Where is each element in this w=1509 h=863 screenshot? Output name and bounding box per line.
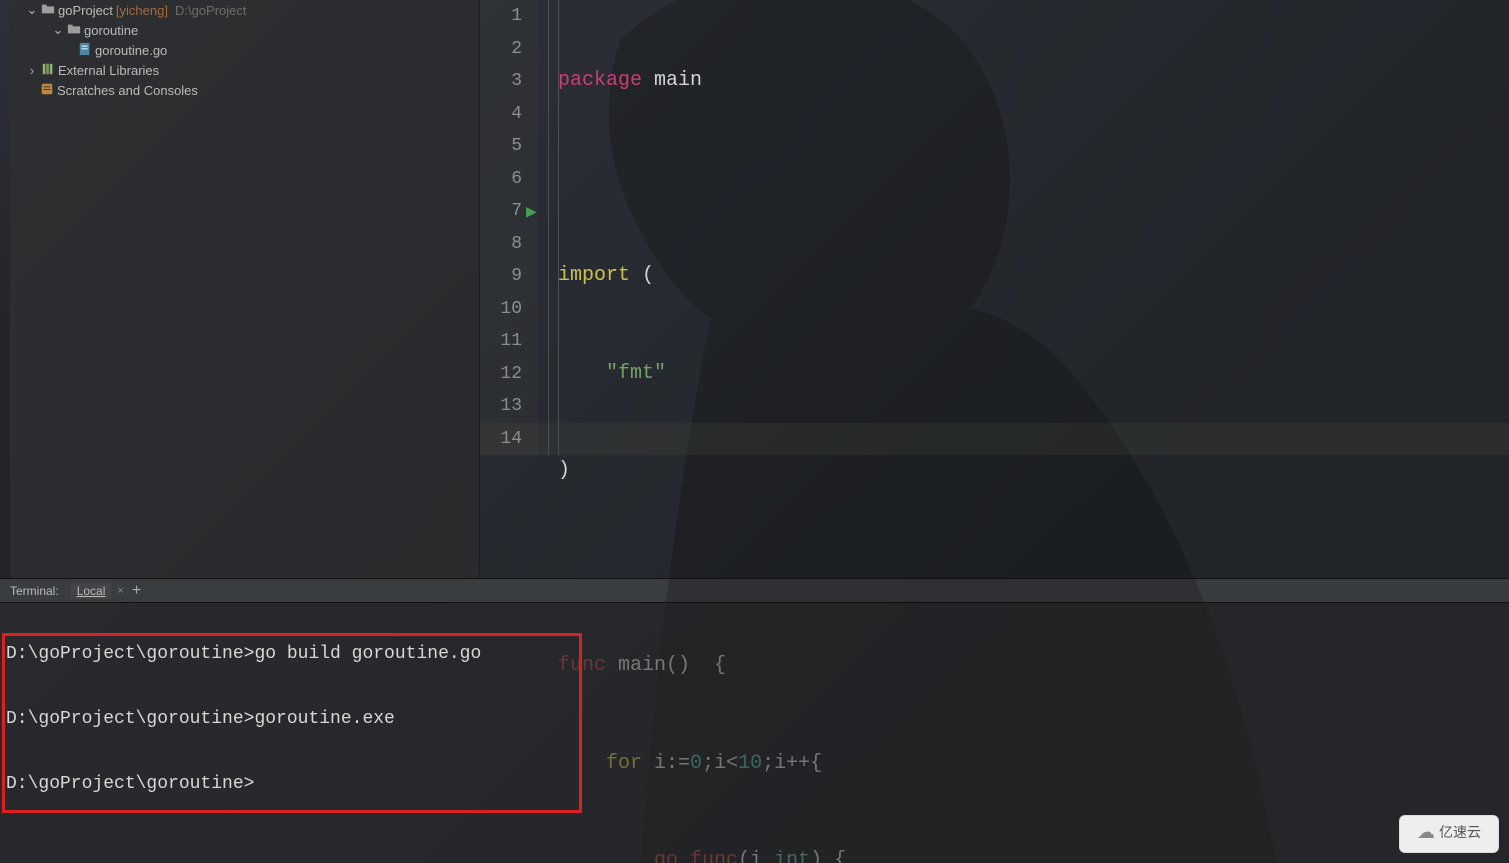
scratches-label: Scratches and Consoles [57,83,198,98]
keyword-package: package [558,69,642,92]
line-number: 1 [480,0,522,33]
paren-open: ( [630,264,654,287]
line-number: 3 [480,65,522,98]
line-number: 12 [480,358,522,391]
line-number: 14 [480,423,522,456]
run-gutter-icon[interactable]: ▶ [526,195,538,228]
line-number: 11 [480,325,522,358]
scratches-icon [40,82,54,99]
string-fmt: "fmt" [558,362,666,385]
line-number: 4 [480,98,522,131]
line-number: 2 [480,33,522,66]
line-number: 13 [480,390,522,423]
ident-main: main [642,69,702,92]
line-number: 5 [480,130,522,163]
terminal-line: D:\goProject\goroutine>goroutine.exe [6,703,1509,736]
line-number: 7 [480,195,522,228]
project-root-name: goProject [58,3,113,18]
code-editor[interactable]: 1 2 3 4 5 6 7 ▶ 8 9 10 11 12 13 14 packa… [480,0,1509,578]
tree-row-scratches[interactable]: Scratches and Consoles [14,80,475,100]
chevron-down-icon[interactable]: ⌄ [26,2,38,18]
library-icon [41,62,55,79]
terminal-label: Terminal: [10,584,59,598]
line-number: 9 [480,260,522,293]
tree-row-external-libs[interactable]: › External Libraries [14,60,475,80]
watermark-text: 亿速云 [1439,818,1481,851]
line-number: 6 [480,163,522,196]
terminal-tab-close-icon[interactable]: × [117,585,123,597]
terminal-panel[interactable]: D:\goProject\goroutine>go build goroutin… [0,603,1509,863]
project-config-label: [yicheng] [116,3,168,18]
terminal-line: D:\goProject\goroutine>go build goroutin… [6,638,1509,671]
keyword-import: import [558,264,630,287]
goroutine-file-label: goroutine.go [95,43,167,58]
watermark-badge: ☁ 亿速云 [1399,815,1499,853]
gutter-separator [548,0,549,455]
cloud-icon: ☁ [1417,818,1435,851]
folder-icon [67,22,81,39]
line-number: 10 [480,293,522,326]
go-file-icon [78,42,92,59]
project-sidebar: ⌄ goProject [yicheng] D:\goProject ⌄ gor… [10,0,480,578]
terminal-tab-local[interactable]: Local [71,583,112,599]
project-tree[interactable]: ⌄ goProject [yicheng] D:\goProject ⌄ gor… [10,0,479,100]
chevron-down-icon[interactable]: ⌄ [52,22,64,38]
tree-row-goroutine-file[interactable]: goroutine.go [14,40,475,60]
terminal-line: D:\goProject\goroutine> [6,768,1509,801]
folder-icon [41,2,55,19]
paren-close: ) [558,459,570,482]
tree-row-project-root[interactable]: ⌄ goProject [yicheng] D:\goProject [14,0,475,20]
chevron-right-icon[interactable]: › [26,63,38,78]
terminal-line [6,736,1509,769]
line-number: 8 [480,228,522,261]
goroutine-folder-label: goroutine [84,23,138,38]
project-root-path: D:\goProject [175,3,247,18]
external-libs-label: External Libraries [58,63,159,78]
left-tool-strip[interactable] [0,0,10,578]
terminal-new-tab-icon[interactable]: + [132,585,141,597]
terminal-line [6,671,1509,704]
tree-row-goroutine-folder[interactable]: ⌄ goroutine [14,20,475,40]
